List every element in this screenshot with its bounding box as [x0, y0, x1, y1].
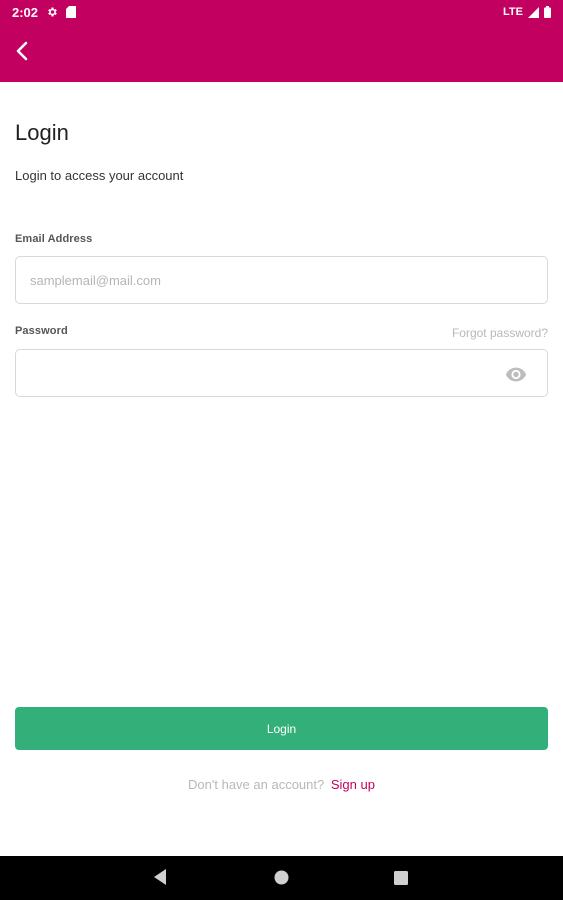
password-label: Password [15, 325, 68, 337]
signup-prompt: Don't have an account? [188, 777, 325, 792]
nav-home-circle-icon[interactable] [274, 870, 289, 885]
status-bar: 2:02 LTE [0, 0, 563, 24]
forgot-password-link[interactable]: Forgot password? [452, 326, 548, 340]
signup-link[interactable]: Sign up [331, 777, 375, 792]
signup-row: Don't have an account? Sign up [0, 777, 563, 792]
system-nav-bar [0, 856, 563, 900]
page-title: Login [15, 120, 69, 145]
email-label: Email Address [15, 233, 93, 245]
login-button[interactable]: Login [15, 707, 548, 750]
battery-icon [544, 6, 551, 18]
page-subtitle: Login to access your account [15, 168, 184, 183]
password-field[interactable] [16, 350, 547, 396]
signal-icon [528, 6, 539, 18]
settings-gear-icon [46, 6, 58, 18]
email-field-container [15, 256, 548, 304]
email-field[interactable] [16, 257, 547, 303]
nav-recents-square-icon[interactable] [394, 871, 408, 885]
sd-card-icon [66, 6, 77, 18]
status-time: 2:02 [12, 4, 39, 20]
network-type: LTE [503, 6, 523, 18]
app-bar [0, 24, 563, 82]
chevron-left-icon [15, 41, 29, 66]
password-field-container [15, 349, 548, 397]
back-button[interactable] [10, 41, 34, 65]
eye-icon[interactable] [505, 365, 527, 383]
nav-back-triangle-icon[interactable] [152, 868, 168, 886]
